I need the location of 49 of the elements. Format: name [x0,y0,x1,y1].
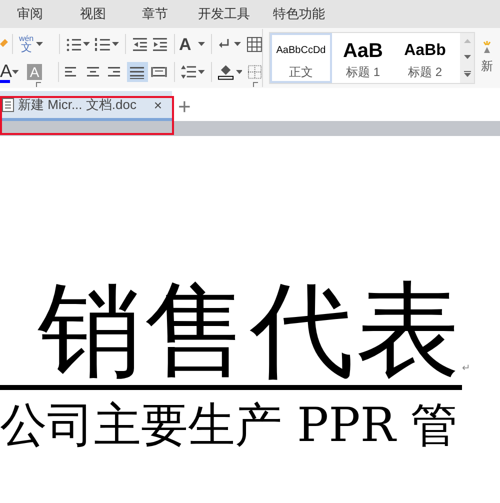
menu-tab[interactable]: 视图 [80,4,106,24]
paragraph-mark: ↵ [462,362,470,376]
style-label: 正文 [289,66,313,78]
menu-tab[interactable]: 特色功能 [273,4,325,24]
caret-icon[interactable] [112,42,120,46]
style-preview: AaBb [404,41,446,61]
close-button[interactable]: × [154,98,162,112]
style-preview: AaBbCcDd [276,44,326,58]
align-distributed-icon [151,65,168,79]
menu-tab[interactable]: 开发工具 [198,4,250,24]
caret-icon[interactable] [83,42,90,46]
caret-icon[interactable] [236,70,242,74]
tab-title: 新建 Micr... 文档.doc [18,96,136,114]
caret-icon[interactable] [198,42,206,46]
menu-tab[interactable]: 审阅 [17,4,43,24]
caret-icon[interactable] [198,70,206,74]
style-label: 标题 2 [408,66,442,78]
line-break-icon[interactable] [218,38,230,50]
pinyin-text: wén [18,34,34,42]
pinyin-button[interactable]: wén 文 [18,34,34,54]
caret-icon[interactable] [234,42,242,46]
style-label: 标题 1 [346,66,380,78]
document-text: 公司主要生产 PPR 管 [0,402,459,450]
style-preview: AaB [342,39,383,64]
numbered-list-icon[interactable] [94,36,110,52]
style-item[interactable]: AaBbCcDd 正文 [270,33,332,83]
document-title: 销售代表 [0,276,462,390]
pinyin-text: 文 [20,42,32,54]
decrease-indent-icon[interactable] [133,37,148,51]
align-justify-button[interactable] [126,62,148,82]
new-tab-button[interactable]: + [178,96,191,118]
font-grow-button[interactable]: A [179,36,196,52]
dialog-launcher-icon[interactable] [253,82,258,87]
more-icon[interactable] [464,71,470,77]
align-justify-icon [130,65,146,79]
line-spacing-icon[interactable] [180,65,196,79]
bullet-list-icon[interactable] [66,36,82,52]
new-style-button[interactable]: 新 [481,57,493,75]
increase-indent-icon[interactable] [153,37,168,51]
font-color-button[interactable]: A [0,62,10,82]
table-icon[interactable] [247,36,262,52]
document-icon[interactable] [2,98,14,112]
down-arrow-icon[interactable] [464,55,470,59]
caret-icon[interactable] [12,70,19,74]
caret-icon[interactable] [36,42,43,46]
dialog-launcher-icon[interactable] [36,82,41,87]
border-icon[interactable] [248,65,262,79]
document-tab[interactable]: 新建 Micr... 文档.doc × [0,91,172,121]
menu-tab[interactable]: 章节 [142,4,168,24]
